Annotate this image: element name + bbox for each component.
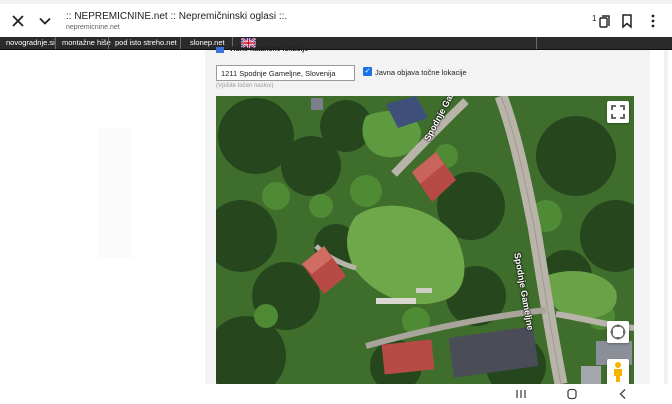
bookmark-icon[interactable] — [620, 13, 634, 29]
street-view-button[interactable] — [607, 359, 629, 384]
page-title: :: NEPREMICNINE.net :: Nepremičninski og… — [66, 11, 288, 22]
exact-location-checkbox[interactable] — [216, 47, 224, 53]
page-host: nepremicnine.net — [66, 24, 120, 31]
exact-location-label: Vidne natančne lokacije — [229, 46, 309, 53]
tab-switcher-icon[interactable] — [598, 13, 612, 29]
right-gutter — [650, 50, 672, 384]
public-location-checkbox[interactable]: ✓ — [363, 67, 372, 76]
public-location-label: Javna objava točne lokacije — [375, 68, 467, 77]
pegman-icon — [614, 362, 622, 382]
placeholder-block — [98, 128, 132, 258]
nav-link-montazne-hise[interactable]: montažne hiše — [62, 38, 111, 47]
system-navigation-bar — [0, 384, 672, 404]
site-nav: novogradnje.si montažne hiše pod isto st… — [0, 37, 672, 50]
nav-divider — [55, 37, 56, 49]
nav-link-pod-isto-streho[interactable]: pod isto streho.net — [115, 38, 177, 47]
browser-toolbar: :: NEPREMICNINE.net :: Nepremičninski og… — [0, 4, 672, 37]
more-vertical-icon[interactable] — [648, 13, 658, 29]
nav-link-slonep[interactable]: slonep.net — [190, 38, 225, 47]
address-hint: (Vpišite točen naslov) — [216, 83, 274, 89]
chevron-down-icon[interactable] — [37, 13, 53, 29]
close-icon[interactable] — [10, 13, 26, 29]
tab-count: 1 — [592, 14, 597, 23]
page-scrollbar[interactable] — [664, 50, 668, 384]
home-icon[interactable] — [565, 388, 579, 400]
pan-control-icon — [610, 324, 626, 340]
satellite-map[interactable]: Spodnje Gameljne Spodnje Gameljne — [216, 96, 634, 384]
fullscreen-icon — [611, 105, 625, 119]
nav-divider — [180, 37, 181, 49]
nav-link-novogradnje[interactable]: novogradnje.si — [6, 38, 55, 47]
map-pan-button[interactable] — [607, 321, 629, 343]
map-fullscreen-button[interactable] — [607, 101, 629, 123]
building — [311, 98, 323, 110]
recent-apps-icon[interactable] — [514, 388, 528, 400]
nav-divider — [536, 37, 537, 49]
nav-divider — [108, 37, 109, 49]
address-input[interactable] — [216, 65, 355, 81]
location-form: Vidne natančne lokacije (Vpišite točen n… — [205, 46, 650, 384]
left-panel — [0, 50, 205, 384]
back-icon[interactable] — [616, 388, 630, 400]
